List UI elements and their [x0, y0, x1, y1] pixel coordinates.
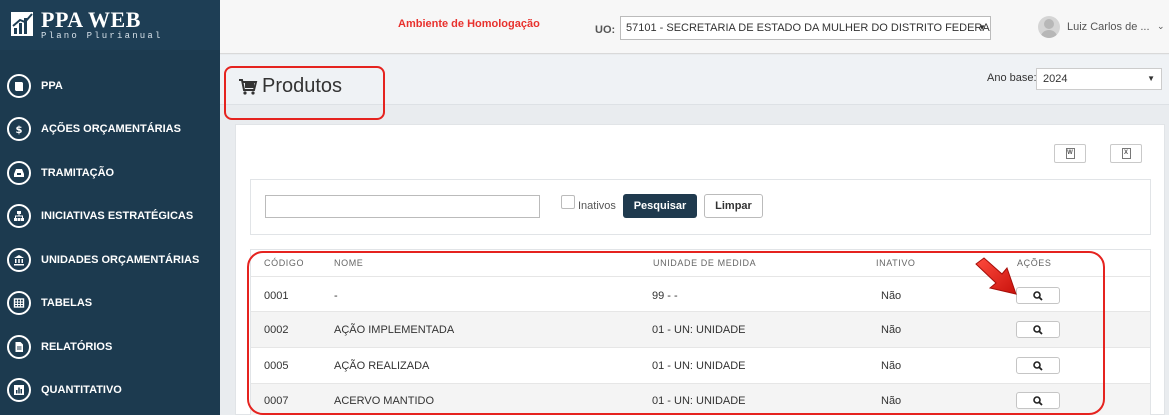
arrow-annotation-icon: [975, 257, 1017, 295]
inativos-label: Inativos: [578, 200, 616, 212]
inbox-icon: [7, 160, 31, 185]
excel-file-icon: X: [1121, 148, 1131, 159]
sidebar-item-unidades-orcamentarias[interactable]: UNIDADES ORÇAMENTÁRIAS: [0, 238, 220, 282]
bar-chart-icon: [7, 378, 31, 403]
uo-select-value: 57101 - SECRETARIA DE ESTADO DA MULHER D…: [626, 22, 991, 34]
book-icon: [7, 73, 31, 98]
sidebar-item-quantitativo[interactable]: QUANTITATIVO: [0, 369, 220, 413]
clear-button[interactable]: Limpar: [704, 194, 763, 218]
caret-down-icon: ▼: [978, 23, 986, 32]
ano-base-select[interactable]: 2024 ▼: [1036, 68, 1162, 90]
sidebar-item-label: RELATÓRIOS: [41, 340, 113, 353]
logo-icon: [8, 10, 38, 40]
svg-text:$: $: [16, 125, 23, 135]
sidebar-item-acoes-orcamentarias[interactable]: $ AÇÕES ORÇAMENTÁRIAS: [0, 108, 220, 152]
sidebar-item-label: TABELAS: [41, 297, 93, 310]
sidebar: PPA WEB Plano Plurianual PPA $ AÇÕES ORÇ…: [0, 0, 220, 415]
sidebar-item-label: QUANTITATIVO: [41, 384, 122, 397]
ano-base-label: Ano base:: [987, 72, 1037, 84]
logo-subtitle: Plano Plurianual: [41, 31, 163, 41]
sidebar-item-label: TRAMITAÇÃO: [41, 166, 115, 179]
export-excel-button[interactable]: X: [1110, 144, 1142, 163]
caret-down-icon: ▼: [1147, 74, 1155, 83]
ano-base-value: 2024: [1043, 73, 1068, 85]
search-button[interactable]: Pesquisar: [623, 194, 697, 218]
sidebar-item-ppa[interactable]: PPA: [0, 64, 220, 108]
dollar-icon: $: [7, 117, 31, 142]
top-bar: Ambiente de Homologação UO: 57101 - SECR…: [220, 0, 1169, 54]
chevron-down-icon[interactable]: ⌄: [1157, 21, 1165, 32]
sitemap-icon: [7, 204, 31, 229]
app-logo[interactable]: PPA WEB Plano Plurianual: [0, 0, 220, 50]
search-input[interactable]: [265, 195, 540, 218]
sidebar-item-label: PPA: [41, 79, 63, 92]
uo-select[interactable]: 57101 - SECRETARIA DE ESTADO DA MULHER D…: [620, 16, 991, 40]
table-icon: [7, 291, 31, 316]
sidebar-item-relatorios[interactable]: RELATÓRIOS: [0, 325, 220, 369]
sidebar-item-label: INICIATIVAS ESTRATÉGICAS: [41, 210, 194, 223]
sidebar-item-label: UNIDADES ORÇAMENTÁRIAS: [41, 253, 200, 266]
user-avatar[interactable]: [1038, 16, 1060, 38]
logo-title: PPA WEB: [41, 7, 141, 32]
sidebar-item-iniciativas-estrategicas[interactable]: INICIATIVAS ESTRATÉGICAS: [0, 195, 220, 239]
inativos-checkbox[interactable]: [561, 195, 575, 209]
sidebar-item-label: AÇÕES ORÇAMENTÁRIAS: [41, 123, 181, 136]
word-file-icon: W: [1065, 148, 1075, 159]
user-name[interactable]: Luiz Carlos de ...: [1067, 21, 1150, 33]
file-icon: [7, 334, 31, 359]
bank-icon: [7, 247, 31, 272]
sidebar-menu: PPA $ AÇÕES ORÇAMENTÁRIAS TRAMITAÇÃO INI…: [0, 64, 220, 412]
export-word-button[interactable]: W: [1054, 144, 1086, 163]
title-highlight-annotation: [224, 66, 385, 120]
sidebar-item-tabelas[interactable]: TABELAS: [0, 282, 220, 326]
uo-label: UO:: [595, 24, 616, 36]
environment-label: Ambiente de Homologação: [398, 18, 540, 30]
sidebar-item-tramitacao[interactable]: TRAMITAÇÃO: [0, 151, 220, 195]
